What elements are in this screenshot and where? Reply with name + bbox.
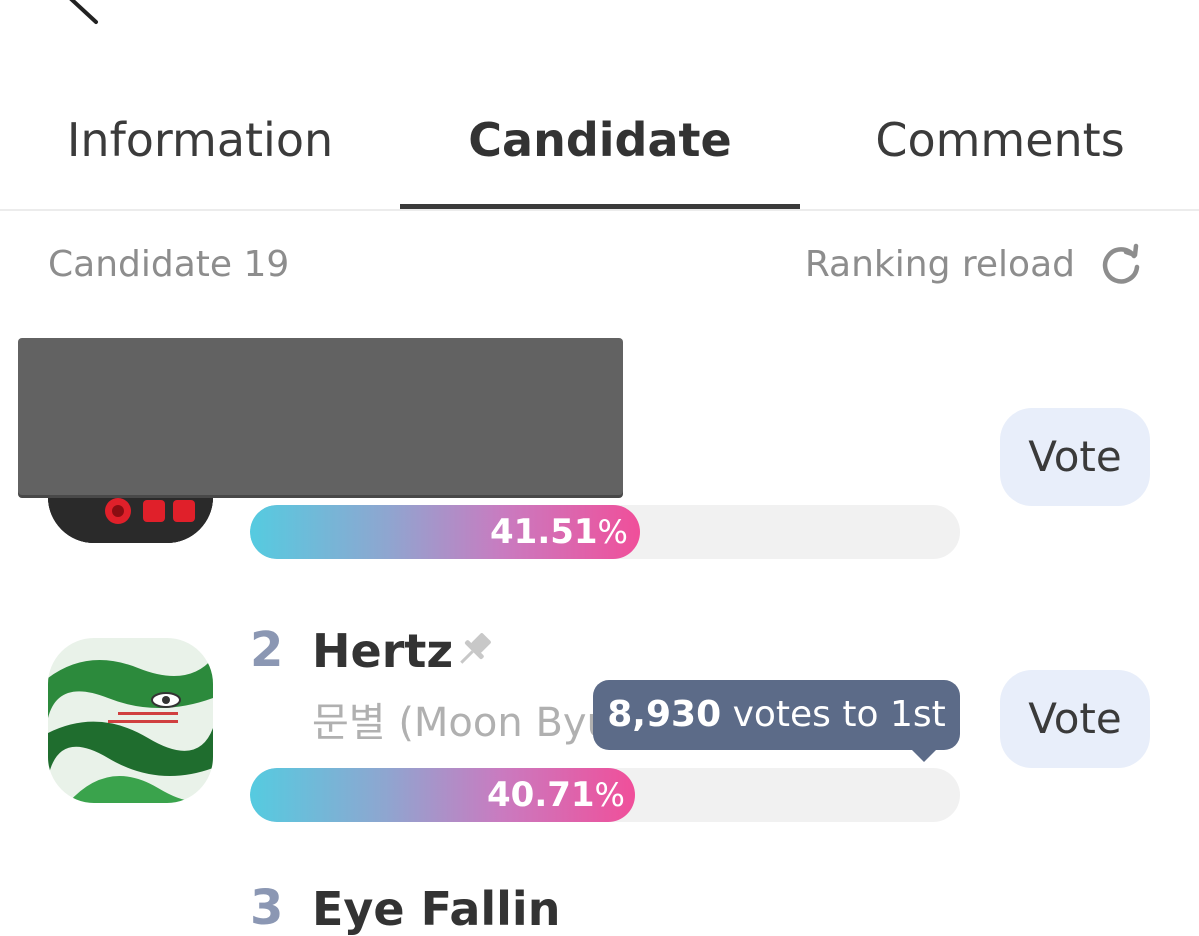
candidate-2-vote-bar: 40.71% bbox=[250, 768, 960, 822]
candidate-2-percent: 40.71% bbox=[487, 768, 625, 822]
candidate-1-percent: 41.51% bbox=[490, 505, 628, 559]
tab-candidate[interactable]: Candidate bbox=[400, 110, 800, 170]
tab-comments[interactable]: Comments bbox=[830, 110, 1170, 170]
candidate-3-rank: 3 bbox=[250, 880, 284, 936]
ranking-reload-button[interactable]: Ranking reload bbox=[805, 240, 1075, 290]
candidate-2-percent-value: 40.71 bbox=[487, 775, 595, 815]
candidate-2-vote-button[interactable]: Vote bbox=[1000, 670, 1150, 768]
album-art-icon bbox=[48, 638, 213, 803]
candidate-1-percent-sign: % bbox=[597, 513, 628, 551]
candidate-1-percent-value: 41.51 bbox=[490, 512, 598, 552]
tab-information[interactable]: Information bbox=[30, 110, 370, 170]
tooltip-votes: 8,930 bbox=[607, 694, 722, 735]
candidate-1-vote-button[interactable]: Vote bbox=[1000, 408, 1150, 506]
redacted-block bbox=[18, 338, 623, 495]
candidate-2-percent-sign: % bbox=[594, 776, 625, 814]
candidate-2-subtitle: 문별 (Moon Byu bbox=[312, 700, 612, 746]
back-arrow-icon[interactable] bbox=[60, 0, 110, 30]
tooltip-arrow bbox=[910, 748, 938, 762]
tab-divider bbox=[0, 209, 1199, 211]
tooltip-text: votes to 1st bbox=[732, 694, 946, 735]
candidate-2-rank: 2 bbox=[250, 622, 284, 678]
pin-icon[interactable] bbox=[452, 628, 496, 672]
votes-to-first-tooltip: 8,930 votes to 1st bbox=[593, 680, 960, 750]
candidate-count: Candidate 19 bbox=[48, 244, 290, 285]
candidate-2-name: Hertz bbox=[312, 624, 454, 678]
candidate-3-name: Eye Fallin bbox=[312, 882, 561, 936]
candidate-2-avatar[interactable] bbox=[48, 638, 213, 803]
candidate-1-vote-bar: 41.51% bbox=[250, 505, 960, 559]
reload-icon[interactable] bbox=[1098, 242, 1144, 288]
